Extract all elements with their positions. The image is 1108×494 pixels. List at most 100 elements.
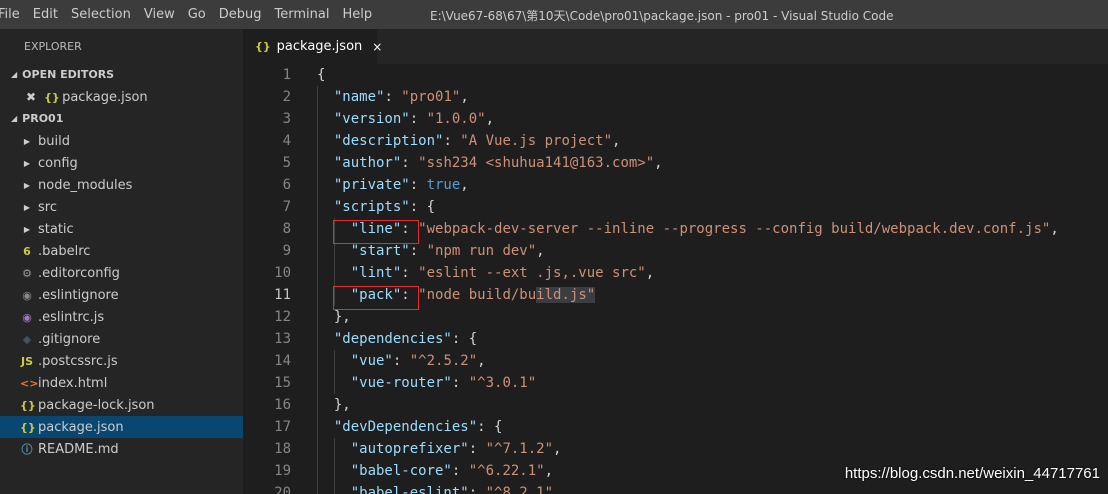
code-line[interactable]: 6 "private": true,	[243, 174, 1108, 196]
line-number: 5	[282, 155, 291, 171]
code-line[interactable]: 20 "babel-eslint": "^8.2.1",	[243, 482, 1108, 494]
code-content: "vue": "^2.5.2",	[291, 350, 486, 372]
explorer-title: EXPLORER	[24, 40, 82, 53]
indent-guide	[317, 306, 318, 328]
menu-go[interactable]: Go	[188, 7, 213, 22]
file-eslintrc-js[interactable]: ◉ .eslintrc.js	[0, 306, 243, 328]
folder-node-modules[interactable]: ▶ node_modules	[0, 174, 243, 196]
menu-view[interactable]: View	[144, 7, 182, 22]
file-index-html[interactable]: <> index.html	[0, 372, 243, 394]
code-token: :	[401, 265, 419, 281]
code-token: :	[443, 133, 461, 149]
close-icon[interactable]: ✖	[26, 90, 36, 104]
indent-guide	[334, 372, 335, 394]
indent-guide	[334, 482, 335, 494]
code-line[interactable]: 4 "description": "A Vue.js project",	[243, 130, 1108, 152]
menu: File Edit Selection View Go Debug Terminal Help	[0, 7, 385, 22]
file-package-json[interactable]: {} package.json	[0, 416, 243, 438]
file-editorconfig[interactable]: ⚙ .editorconfig	[0, 262, 243, 284]
code-token: "pro01"	[401, 89, 461, 105]
html-icon: <>	[20, 376, 39, 390]
code-token: "vue"	[350, 353, 393, 369]
menu-edit[interactable]: Edit	[33, 7, 65, 22]
menu-terminal[interactable]: Terminal	[275, 7, 337, 22]
folder-label: build	[38, 133, 70, 149]
file-babelrc[interactable]: 6 .babelrc	[0, 240, 243, 262]
code-line[interactable]: 1{	[243, 64, 1108, 86]
folder-config[interactable]: ▶ config	[0, 152, 243, 174]
code-token: : {	[409, 199, 436, 215]
line-number: 19	[274, 463, 291, 479]
folder-src[interactable]: ▶ src	[0, 196, 243, 218]
code-token: :	[384, 89, 402, 105]
file-postcssrc-js[interactable]: JS .postcssrc.js	[0, 350, 243, 372]
code-line[interactable]: 7 "scripts": {	[243, 196, 1108, 218]
file-tree: ▶ build ▶ config ▶ node_modules ▶ src ▶ static 6 .b…	[0, 130, 243, 460]
code-line[interactable]: 14 "vue": "^2.5.2",	[243, 350, 1108, 372]
code-editor[interactable]: 1{2 "name": "pro01", 3 "version": "1.0.0"…	[243, 64, 1108, 494]
file-readme-md[interactable]: ⓘ README.md	[0, 438, 243, 460]
tab-close-icon[interactable]: ×	[372, 40, 382, 54]
annotation-box-line	[332, 220, 420, 244]
code-token: ,	[536, 243, 545, 259]
code-line[interactable]: 5 "author": "ssh234 <shuhua141@163.com>"…	[243, 152, 1108, 174]
tab-package-json[interactable]: {} package.json ×	[243, 29, 382, 64]
indent-guide	[317, 460, 318, 482]
code-token: "dependencies"	[333, 331, 452, 347]
code-line[interactable]: 17 "devDependencies": {	[243, 416, 1108, 438]
code-content: "babel-eslint": "^8.2.1",	[291, 482, 561, 494]
code-token: :	[451, 463, 469, 479]
code-token: "^7.1.2"	[485, 441, 554, 457]
folder-build[interactable]: ▶ build	[0, 130, 243, 152]
menu-debug[interactable]: Debug	[219, 7, 269, 22]
project-header[interactable]: ◢ PRO01	[0, 108, 243, 130]
file-package-lock-json[interactable]: {} package-lock.json	[0, 394, 243, 416]
code-line[interactable]: 16 },	[243, 394, 1108, 416]
line-number: 12	[274, 309, 291, 325]
file-gitignore[interactable]: ◆ .gitignore	[0, 328, 243, 350]
indent-guide	[317, 108, 318, 130]
tab-label: package.json	[276, 39, 363, 54]
indent-guide	[317, 438, 318, 460]
indent-guide	[317, 350, 318, 372]
code-token: ,	[460, 177, 469, 193]
file-label: .babelrc	[38, 243, 91, 259]
menu-help[interactable]: Help	[342, 7, 379, 22]
menu-file[interactable]: File	[0, 7, 27, 22]
menu-bar: File Edit Selection View Go Debug Terminal Help…	[0, 0, 1108, 29]
code-line[interactable]: 13 "dependencies": {	[243, 328, 1108, 350]
code-token: "name"	[333, 89, 385, 105]
code-line[interactable]: 18 "autoprefixer": "^7.1.2",	[243, 438, 1108, 460]
code-content: {	[291, 64, 325, 86]
line-number: 16	[274, 397, 291, 413]
code-line[interactable]: 15 "vue-router": "^3.0.1"	[243, 372, 1108, 394]
file-label: .postcssrc.js	[38, 353, 118, 369]
indent-guide	[317, 152, 318, 174]
indent-guide	[334, 350, 335, 372]
indent-guide	[317, 284, 318, 306]
indent-guide	[317, 86, 318, 108]
code-token: "private"	[333, 177, 410, 193]
file-label: index.html	[38, 375, 108, 391]
line-number: 11	[274, 287, 291, 303]
code-line[interactable]: 3 "version": "1.0.0",	[243, 108, 1108, 130]
line-number: 2	[282, 89, 291, 105]
watermark: https://blog.csdn.net/weixin_44717761	[844, 465, 1100, 482]
code-token: "ssh234 <shuhua141@163.com>"	[418, 155, 655, 171]
code-token: ,	[1050, 221, 1059, 237]
gear-icon: ⚙	[22, 266, 32, 280]
code-line[interactable]: 2 "name": "pro01",	[243, 86, 1108, 108]
code-token: ,	[485, 111, 495, 127]
code-token: ,	[612, 133, 621, 149]
file-label: README.md	[38, 441, 119, 457]
code-token: :	[468, 485, 486, 494]
folder-static[interactable]: ▶ static	[0, 218, 243, 240]
menu-selection[interactable]: Selection	[71, 7, 138, 22]
code-content: "author": "ssh234 <shuhua141@163.com>",	[291, 152, 663, 174]
code-line[interactable]: 10 "lint": "eslint --ext .js,.vue src",	[243, 262, 1108, 284]
open-editor-item[interactable]: ✖ {} package.json	[0, 86, 243, 108]
file-eslintignore[interactable]: ◉ .eslintignore	[0, 284, 243, 306]
open-editors-header[interactable]: ◢ OPEN EDITORS	[0, 64, 243, 86]
code-token: "^2.5.2"	[409, 353, 478, 369]
line-number: 10	[274, 265, 291, 281]
